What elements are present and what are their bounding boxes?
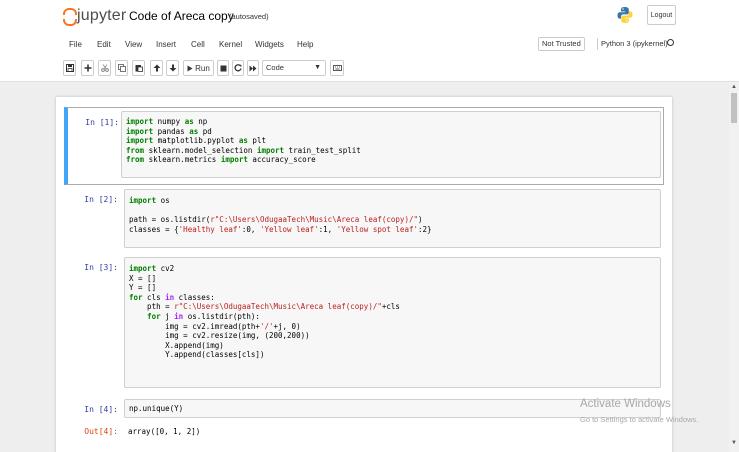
cell-type-select[interactable]: Code ▼ — [262, 60, 326, 76]
cell-1-input[interactable]: import numpy as np import pandas as pd i… — [121, 111, 661, 178]
menu-cell[interactable]: Cell — [191, 40, 205, 49]
activate-windows-title: Activate Windows — [580, 398, 671, 410]
scroll-thumb[interactable] — [731, 93, 737, 123]
keyboard-icon — [332, 65, 342, 71]
code-cell-1[interactable]: In [1]: import numpy as np import pandas… — [64, 107, 664, 185]
paste-icon — [135, 65, 143, 72]
paste-button[interactable] — [132, 60, 145, 76]
code-line: for cls in classes: — [129, 292, 215, 302]
code-line: path = os.listdir(r"C:\Users\OdugaaTech\… — [129, 215, 423, 225]
cell-3-input[interactable]: import cv2 X = [] Y = [] for cls in clas… — [124, 257, 661, 388]
vertical-scrollbar[interactable]: ▲ ▼ — [729, 82, 739, 452]
code-line: Y.append(classes[cls]) — [129, 350, 265, 360]
code-line: import cv2 — [129, 264, 175, 273]
jupyter-logo[interactable]: jupyter — [62, 6, 126, 26]
arrow-up-icon — [153, 64, 160, 72]
code-line: img = cv2.resize(img, (200,200)) — [129, 331, 310, 341]
logout-button[interactable]: Logout — [647, 5, 676, 25]
notebook-toolbar: Run Code ▼ — [60, 60, 360, 77]
save-status: (autosaved) — [229, 12, 269, 21]
move-down-button[interactable] — [166, 60, 179, 76]
code-line: import matplotlib.pyplot as plt — [126, 136, 266, 146]
python-logo-icon — [617, 7, 633, 23]
code-line: X.append(img) — [129, 340, 224, 350]
code-line: for j in os.listdir(pth): — [147, 311, 260, 321]
run-icon — [187, 65, 193, 71]
chevron-down-icon: ▼ — [314, 64, 321, 71]
interrupt-button[interactable] — [217, 60, 229, 76]
code-cell-4[interactable]: In [4]: np.unique(Y) Out[4]: array([0, 1… — [64, 398, 664, 448]
save-button[interactable] — [63, 60, 76, 76]
run-button[interactable]: Run — [183, 60, 214, 76]
fast-forward-icon — [249, 65, 257, 71]
move-up-button[interactable] — [150, 60, 163, 76]
jupyter-logo-icon — [62, 7, 77, 26]
cell-2-input[interactable]: import os path = os.listdir(r"C:\Users\O… — [124, 189, 661, 248]
code-cell-2[interactable]: In [2]: import os path = os.listdir(r"C:… — [64, 188, 664, 248]
code-line: np.unique(Y) — [129, 404, 184, 413]
code-line: import os — [129, 196, 170, 205]
restart-run-all-button[interactable] — [247, 60, 259, 76]
cell-4-prompt: In [4]: — [84, 405, 118, 414]
stop-icon — [220, 65, 226, 71]
code-line: import pandas as pd — [126, 126, 212, 136]
command-palette-button[interactable] — [330, 60, 344, 76]
notebook-title[interactable]: Code of Areca copy — [129, 9, 234, 23]
activate-windows-subtitle: Go to Settings to activate Windows. — [580, 415, 699, 424]
scroll-down-icon[interactable]: ▼ — [731, 440, 737, 446]
menu-view[interactable]: View — [125, 40, 142, 49]
cell-4-output: array([0, 1, 2]) — [128, 427, 201, 436]
insert-cell-button[interactable] — [81, 60, 94, 76]
menu-kernel[interactable]: Kernel — [219, 40, 242, 49]
run-label: Run — [195, 63, 210, 73]
code-line: classes = {'Healthy leaf':0, 'Yellow lea… — [129, 224, 432, 234]
code-line: Y = [] — [129, 283, 157, 293]
code-cell-3[interactable]: In [3]: import cv2 X = [] Y = [] for cls… — [64, 256, 664, 388]
copy-icon — [117, 64, 126, 72]
scroll-up-icon[interactable]: ▲ — [731, 84, 737, 90]
restart-icon — [234, 64, 242, 72]
arrow-down-icon — [169, 64, 176, 72]
code-line: img = cv2.imread(pth+'/'+j, 0) — [129, 321, 301, 331]
menu-help[interactable]: Help — [297, 40, 313, 49]
cell-2-prompt: In [2]: — [84, 195, 118, 204]
cell-4-out-prompt: Out[4]: — [84, 427, 118, 436]
cut-button[interactable] — [98, 60, 111, 76]
kernel-divider — [597, 38, 598, 50]
notebook-header: jupyter Code of Areca copy (autosaved) L… — [0, 0, 739, 82]
cell-1-prompt: In [1]: — [85, 118, 119, 127]
kernel-name[interactable]: Python 3 (ipykernel) — [601, 39, 668, 48]
menu-widgets[interactable]: Widgets — [255, 40, 284, 49]
cell-3-prompt: In [3]: — [84, 263, 118, 272]
not-trusted-button[interactable]: Not Trusted — [538, 37, 585, 51]
cut-icon — [100, 64, 109, 72]
code-line: X = [] — [129, 273, 157, 283]
menu-edit[interactable]: Edit — [97, 40, 111, 49]
kernel-idle-icon — [667, 39, 674, 46]
cell-type-value: Code — [266, 63, 284, 72]
copy-button[interactable] — [115, 60, 128, 76]
save-icon — [65, 64, 74, 72]
menu-file[interactable]: File — [69, 40, 82, 49]
code-line: import numpy as np — [126, 117, 208, 126]
menu-insert[interactable]: Insert — [156, 40, 176, 49]
restart-button[interactable] — [232, 60, 244, 76]
code-line: pth = r"C:\Users\OdugaaTech\Music\Areca … — [129, 302, 400, 312]
menu-bar: File Edit View Insert Cell Kernel Widget… — [60, 34, 680, 54]
code-line: from sklearn.metrics import accuracy_sco… — [126, 155, 316, 165]
plus-icon — [84, 64, 91, 72]
jupyter-logo-text: jupyter — [77, 7, 127, 24]
code-line: from sklearn.model_selection import trai… — [126, 145, 361, 155]
